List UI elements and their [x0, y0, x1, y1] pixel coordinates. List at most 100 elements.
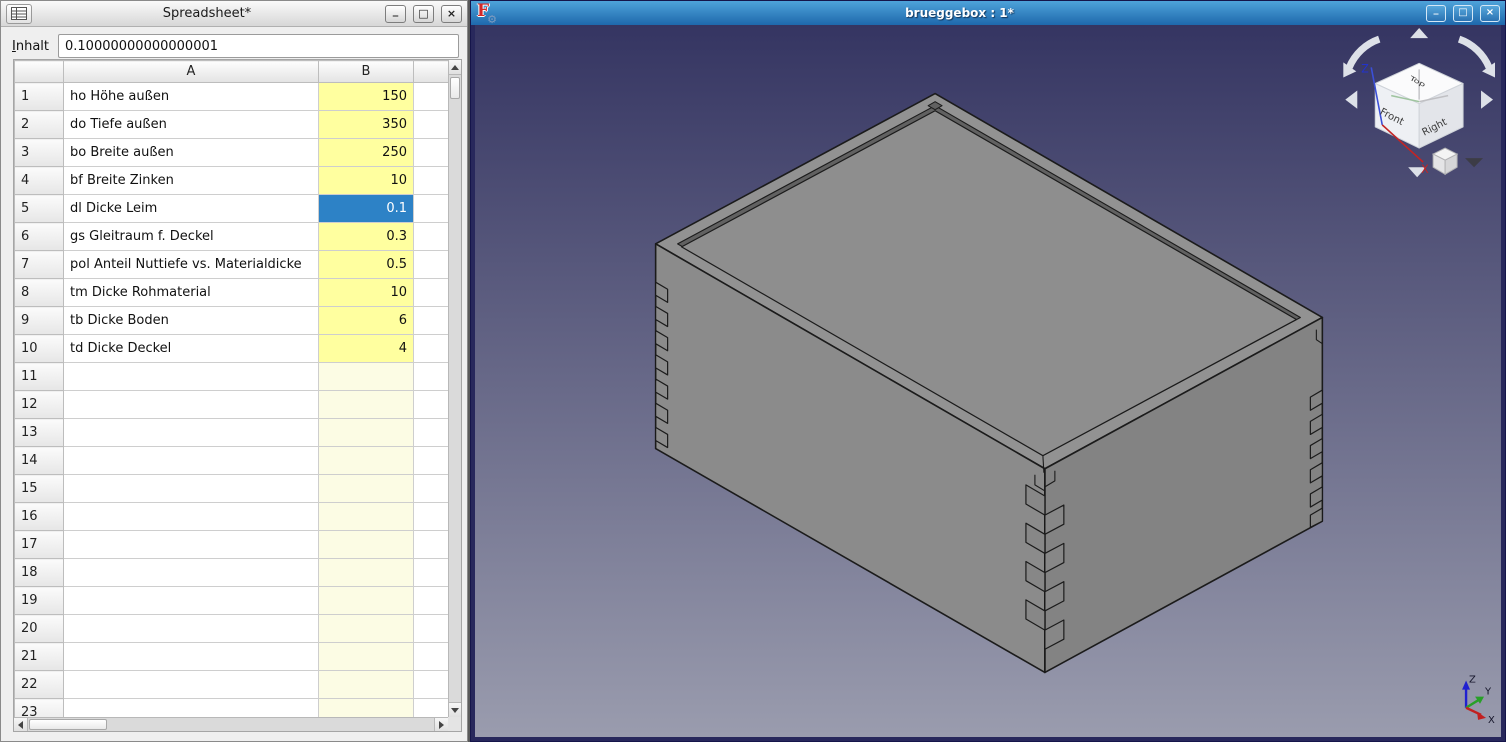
cell-extra[interactable]	[414, 391, 449, 419]
cell-extra[interactable]	[414, 363, 449, 391]
box-model[interactable]	[656, 94, 1323, 673]
cell-extra[interactable]	[414, 167, 449, 195]
scroll-down-button[interactable]	[449, 702, 461, 717]
cell-b[interactable]	[319, 503, 414, 531]
cell-b[interactable]	[319, 475, 414, 503]
scroll-up-button[interactable]	[449, 60, 461, 75]
cell-a[interactable]	[64, 391, 319, 419]
cell-b[interactable]	[319, 363, 414, 391]
row-header[interactable]: 15	[15, 475, 64, 503]
cell-extra[interactable]	[414, 447, 449, 475]
row-header[interactable]: 14	[15, 447, 64, 475]
cell-extra[interactable]	[414, 83, 449, 111]
row-header[interactable]: 10	[15, 335, 64, 363]
scroll-right-button[interactable]	[434, 718, 448, 731]
cell-extra[interactable]	[414, 111, 449, 139]
row-header[interactable]: 12	[15, 391, 64, 419]
row-header[interactable]: 6	[15, 223, 64, 251]
cell-b[interactable]	[319, 643, 414, 671]
cell-extra[interactable]	[414, 671, 449, 699]
cell-extra[interactable]	[414, 531, 449, 559]
cell-a[interactable]	[64, 475, 319, 503]
row-header[interactable]: 2	[15, 111, 64, 139]
column-header-b[interactable]: B	[319, 61, 414, 83]
row-header[interactable]: 3	[15, 139, 64, 167]
cell-a[interactable]	[64, 643, 319, 671]
column-header-extra[interactable]	[414, 61, 449, 83]
cell-b[interactable]: 150	[319, 83, 414, 111]
row-header[interactable]: 17	[15, 531, 64, 559]
view-mode-cube-button[interactable]	[1433, 148, 1457, 174]
cell-a[interactable]	[64, 447, 319, 475]
spreadsheet-close-button[interactable]: ×	[441, 5, 462, 23]
row-header[interactable]: 16	[15, 503, 64, 531]
cell-b[interactable]	[319, 447, 414, 475]
rotate-right-arrow-icon[interactable]	[1459, 39, 1489, 67]
cell-b[interactable]: 4	[319, 335, 414, 363]
navigation-cube[interactable]: Z X Top Front Right	[1343, 28, 1495, 177]
horizontal-scroll-thumb[interactable]	[29, 719, 107, 730]
cell-b[interactable]: 10	[319, 167, 414, 195]
cell-b[interactable]	[319, 419, 414, 447]
cell-a[interactable]	[64, 699, 319, 718]
cell-a[interactable]	[64, 615, 319, 643]
3d-view-maximize-button[interactable]: □	[1453, 5, 1473, 22]
cell-a[interactable]: bo Breite außen	[64, 139, 319, 167]
spreadsheet-titlebar[interactable]: Spreadsheet* _ □ ×	[1, 1, 467, 27]
row-header[interactable]: 21	[15, 643, 64, 671]
cell-extra[interactable]	[414, 699, 449, 718]
row-header[interactable]: 5	[15, 195, 64, 223]
cell-content-input[interactable]	[58, 34, 459, 58]
cell-a[interactable]	[64, 531, 319, 559]
cell-extra[interactable]	[414, 307, 449, 335]
3d-view-titlebar[interactable]: F⚙ brueggebox : 1* _ □ ×	[471, 1, 1505, 25]
cell-extra[interactable]	[414, 503, 449, 531]
row-header[interactable]: 8	[15, 279, 64, 307]
cell-b[interactable]: 0.1	[319, 195, 414, 223]
cell-extra[interactable]	[414, 223, 449, 251]
cell-b[interactable]	[319, 391, 414, 419]
freecad-app-icon[interactable]: F⚙	[476, 3, 496, 23]
cell-a[interactable]	[64, 503, 319, 531]
row-header[interactable]: 19	[15, 587, 64, 615]
cell-b[interactable]: 0.5	[319, 251, 414, 279]
cell-b[interactable]: 10	[319, 279, 414, 307]
cell-a[interactable]	[64, 559, 319, 587]
row-header[interactable]: 9	[15, 307, 64, 335]
cell-extra[interactable]	[414, 559, 449, 587]
cell-b[interactable]: 350	[319, 111, 414, 139]
row-header[interactable]: 7	[15, 251, 64, 279]
cell-a[interactable]: dl Dicke Leim	[64, 195, 319, 223]
cell-a[interactable]	[64, 419, 319, 447]
row-header[interactable]: 18	[15, 559, 64, 587]
row-header[interactable]: 23	[15, 699, 64, 718]
horizontal-scrollbar[interactable]	[14, 717, 448, 731]
cell-b[interactable]	[319, 615, 414, 643]
cell-extra[interactable]	[414, 279, 449, 307]
cell-a[interactable]: pol Anteil Nuttiefe vs. Materialdicke	[64, 251, 319, 279]
nav-arrow-up-icon[interactable]	[1410, 28, 1428, 38]
cell-b[interactable]	[319, 587, 414, 615]
cell-extra[interactable]	[414, 251, 449, 279]
row-header[interactable]: 13	[15, 419, 64, 447]
row-header[interactable]: 20	[15, 615, 64, 643]
scroll-left-button[interactable]	[14, 718, 28, 731]
corner-header[interactable]	[15, 61, 64, 83]
cell-a[interactable]: tm Dicke Rohmaterial	[64, 279, 319, 307]
cell-b[interactable]	[319, 671, 414, 699]
row-header[interactable]: 1	[15, 83, 64, 111]
cell-b[interactable]: 0.3	[319, 223, 414, 251]
cell-a[interactable]: gs Gleitraum f. Deckel	[64, 223, 319, 251]
cell-extra[interactable]	[414, 195, 449, 223]
nav-arrow-left-icon[interactable]	[1345, 91, 1357, 109]
cell-a[interactable]: do Tiefe außen	[64, 111, 319, 139]
vertical-scroll-thumb[interactable]	[450, 77, 460, 99]
cell-b[interactable]: 250	[319, 139, 414, 167]
cell-extra[interactable]	[414, 615, 449, 643]
cell-a[interactable]: td Dicke Deckel	[64, 335, 319, 363]
cell-b[interactable]	[319, 699, 414, 718]
cell-b[interactable]: 6	[319, 307, 414, 335]
3d-view-close-button[interactable]: ×	[1480, 5, 1500, 22]
cell-b[interactable]	[319, 559, 414, 587]
cell-extra[interactable]	[414, 643, 449, 671]
